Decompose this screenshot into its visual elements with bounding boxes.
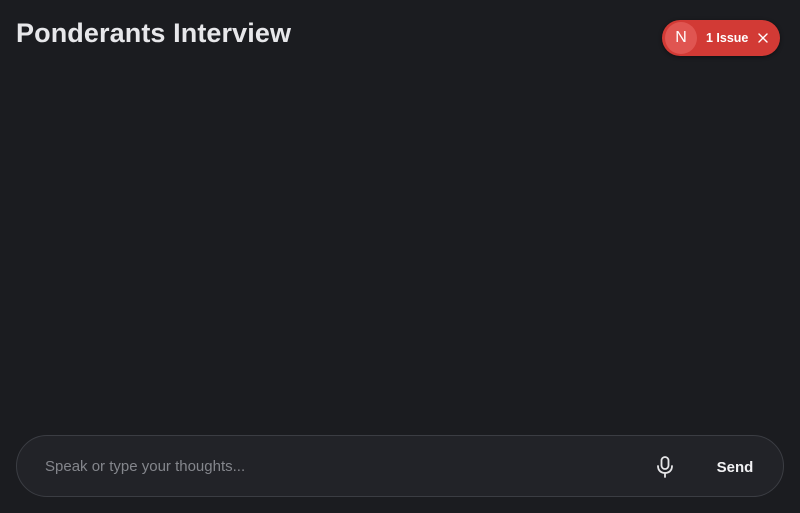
send-button[interactable]: Send [707, 453, 763, 481]
nextjs-logo-icon[interactable]: N [665, 22, 697, 54]
close-icon[interactable] [756, 31, 770, 45]
message-composer: Send [16, 435, 784, 497]
page-title: Ponderants Interview [16, 18, 292, 48]
interview-page: Ponderants Interview N 1 Issue Send [0, 0, 800, 513]
issues-badge[interactable]: N 1 Issue [662, 20, 780, 56]
issue-count-label[interactable]: 1 Issue [706, 31, 748, 45]
microphone-icon[interactable] [653, 455, 677, 479]
message-input[interactable] [45, 450, 625, 482]
